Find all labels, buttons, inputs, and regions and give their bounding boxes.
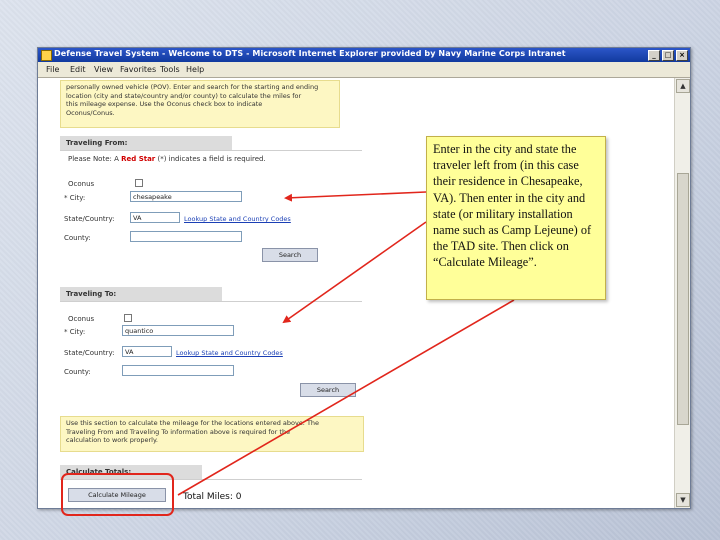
- minimize-button[interactable]: _: [648, 50, 660, 61]
- close-button[interactable]: ×: [676, 50, 688, 61]
- from-oconus-checkbox[interactable]: [135, 179, 143, 187]
- menu-bar: File Edit View Favorites Tools Help: [38, 62, 690, 78]
- from-county-label: County:: [64, 234, 91, 242]
- to-search-button[interactable]: Search: [300, 383, 356, 397]
- instruction-callout: Enter in the city and state the traveler…: [426, 136, 606, 300]
- to-county-label: County:: [64, 368, 91, 376]
- to-state-input[interactable]: VA: [122, 346, 172, 357]
- to-city-label: * City:: [64, 328, 86, 336]
- scroll-thumb[interactable]: [677, 173, 689, 425]
- from-search-button[interactable]: Search: [262, 248, 318, 262]
- to-county-input[interactable]: [122, 365, 234, 376]
- to-lookup-link[interactable]: Lookup State and Country Codes: [176, 349, 283, 357]
- calculate-note-line: calculation to work properly.: [66, 436, 158, 445]
- menu-help[interactable]: Help: [186, 65, 204, 74]
- traveling-from-heading: Traveling From:: [60, 136, 232, 150]
- vertical-scrollbar[interactable]: ▲ ▼: [674, 78, 690, 508]
- from-county-input[interactable]: [130, 231, 242, 242]
- top-note-line: this mileage expense. Use the Oconus che…: [66, 100, 263, 109]
- top-note-line: Oconus/Conus.: [66, 108, 115, 117]
- maximize-button[interactable]: □: [662, 50, 674, 61]
- traveling-to-heading: Traveling To:: [60, 287, 222, 301]
- from-city-input[interactable]: chesapeake: [130, 191, 242, 202]
- from-lookup-link[interactable]: Lookup State and Country Codes: [184, 215, 291, 223]
- to-state-label: State/Country:: [64, 349, 115, 357]
- to-city-input[interactable]: quantico: [122, 325, 234, 336]
- to-oconus-label: Oconus: [68, 315, 95, 323]
- top-note-line: personally owned vehicle (POV). Enter an…: [66, 83, 319, 91]
- ie-icon: [41, 50, 52, 61]
- total-miles-label: Total Miles:: [183, 492, 233, 502]
- scroll-down-icon[interactable]: ▼: [676, 493, 690, 507]
- calculate-highlight-box: [61, 473, 174, 516]
- from-city-label: * City:: [64, 194, 86, 202]
- calculate-note-line: Use this section to calculate the mileag…: [66, 419, 320, 427]
- top-note: personally owned vehicle (POV). Enter an…: [60, 80, 340, 128]
- section-divider: [60, 150, 362, 151]
- menu-tools[interactable]: Tools: [160, 65, 180, 74]
- to-oconus-checkbox[interactable]: [124, 314, 132, 322]
- calculate-note: Use this section to calculate the mileag…: [60, 416, 364, 452]
- calculate-note-line: Traveling From and Traveling To informat…: [66, 427, 291, 436]
- from-state-label: State/Country:: [64, 215, 115, 223]
- scroll-up-icon[interactable]: ▲: [676, 79, 690, 93]
- top-note-line: location (city and state/country and/or …: [66, 91, 302, 100]
- section-divider: [60, 301, 362, 302]
- total-miles-value: 0: [235, 492, 242, 502]
- title-bar[interactable]: Defense Travel System - Welcome to DTS -…: [38, 48, 690, 62]
- menu-edit[interactable]: Edit: [70, 65, 86, 74]
- window-controls: _ □ ×: [648, 50, 688, 61]
- menu-file[interactable]: File: [46, 65, 59, 74]
- from-oconus-label: Oconus: [68, 180, 95, 188]
- from-state-input[interactable]: VA: [130, 212, 180, 223]
- required-note: Please Note: A Red Star (*) indicates a …: [68, 155, 266, 163]
- menu-view[interactable]: View: [94, 65, 113, 74]
- total-miles: Total Miles: 0: [183, 492, 242, 502]
- window-title: Defense Travel System - Welcome to DTS -…: [54, 49, 566, 58]
- menu-favorites[interactable]: Favorites: [120, 65, 156, 74]
